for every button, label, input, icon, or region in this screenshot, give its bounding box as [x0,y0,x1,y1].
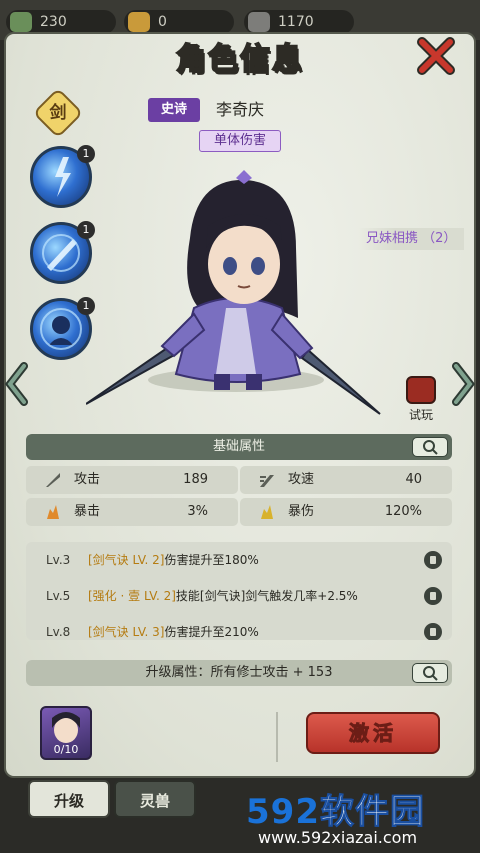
unlock-effect: 伤害提升至210% [164,625,259,639]
unlock-skill-ref: [剑气诀 LV. 2] [88,553,165,567]
skill-slot-1[interactable]: 1 [30,145,95,208]
attr-name: 暴击 [74,504,101,519]
currency-jade: 230 [6,10,116,34]
lock-icon [424,551,442,569]
tab-spirit-beast[interactable]: 灵兽 [114,780,196,818]
base-attrs-header: 基础属性 [26,434,452,460]
unlock-effect: 伤害提升至180% [164,553,259,567]
token-icon [248,12,270,32]
fragment-count: 0/10 [53,743,79,756]
role-tag: 单体伤害 [199,130,281,152]
lock-icon [424,623,442,640]
hero-fragment-avatar-icon [52,712,80,743]
jade-icon [10,12,32,32]
currency-token: 1170 [244,10,354,34]
currency-coin: 0 [124,10,234,34]
attr-value: 189 [183,472,208,487]
unlock-level: Lv.5 [46,589,71,603]
unlock-desc: [强化 · 壹 LV. 2]技能[剑气诀]剑气触发几率+2.5% [88,582,358,610]
list-item: Lv.8 [剑气诀 LV. 3]伤害提升至210% [26,618,452,640]
attr-value: 40 [405,472,422,487]
attack-icon [46,473,60,487]
activate-button[interactable]: 激活 [306,712,440,754]
skill-slot-3[interactable]: 1 [30,297,95,360]
gamepad-icon [406,376,436,404]
unlock-skill-ref: [强化 · 壹 LV. 2] [88,589,176,603]
panel-title: 角色信息 [150,34,330,86]
crit-damage-icon [261,505,273,519]
unlock-level: Lv.3 [46,553,71,567]
panel-title-text: 角色信息 [175,41,304,78]
unlock-effect: 技能[剑气诀]剑气触发几率+2.5% [175,589,358,603]
list-item: Lv.5 [强化 · 壹 LV. 2]技能[剑气诀]剑气触发几率+2.5% [26,582,452,610]
unlock-desc: [剑气诀 LV. 3]伤害提升至210% [88,618,259,640]
next-hero-arrow-icon[interactable] [452,362,476,406]
watermark-url: www.592xiazai.com [258,828,418,847]
site-watermark: 592软件园 www.592xiazai.com [238,782,478,852]
trial-button[interactable]: 试玩 [402,376,440,426]
weapon-type-label: 剑 [49,103,67,123]
attr-name: 攻击 [74,472,101,487]
attrs-detail-button[interactable] [412,437,448,457]
lock-icon [424,587,442,605]
upgrade-attr-text: 升级属性：所有修士攻击 + 153 [145,665,333,680]
trial-label: 试玩 [408,408,433,422]
tab-upgrade[interactable]: 升级 [28,780,110,818]
skill-level: 1 [77,145,95,163]
attr-name: 暴伤 [288,504,315,519]
attr-crit-damage: 暴伤 120% [240,498,452,526]
attr-value: 120% [384,504,422,519]
currency-jade-value: 230 [40,14,67,30]
divider [276,712,278,762]
upgrade-attr-bar: 升级属性：所有修士攻击 + 153 [26,660,452,686]
hero-fragment[interactable]: 0/10 [40,706,92,760]
watermark-brand: 592软件园 [246,784,425,833]
search-icon [423,666,438,681]
crit-icon [47,505,59,519]
unlock-skill-ref: [剑气诀 LV. 3] [88,625,165,639]
attr-crit: 暴击 3% [26,498,238,526]
attr-attack: 攻击 189 [26,466,238,494]
list-item: Lv.3 [剑气诀 LV. 2]伤害提升至180% [26,546,452,574]
base-attrs-title: 基础属性 [212,439,265,454]
close-icon[interactable] [416,36,456,76]
rarity-badge: 史诗 [148,98,200,122]
hero-name: 李奇庆 [216,100,265,119]
currency-coin-value: 0 [158,14,167,30]
attr-value: 3% [187,504,208,519]
skill-slot-2[interactable]: 1 [30,221,95,284]
search-icon [423,440,438,455]
upgrade-detail-button[interactable] [412,663,448,683]
level-unlock-list[interactable]: Lv.3 [剑气诀 LV. 2]伤害提升至180% Lv.5 [强化 · 壹 L… [26,542,452,640]
unlock-level: Lv.8 [46,625,71,639]
currency-token-value: 1170 [278,14,314,30]
attr-name: 攻速 [288,472,315,487]
watermark-brand-num: 592 [246,792,320,832]
coin-icon [128,12,150,32]
attr-attack-speed: 攻速 40 [240,466,452,494]
unlock-desc: [剑气诀 LV. 2]伤害提升至180% [88,546,259,574]
attack-speed-icon [260,475,274,487]
hero-portrait [86,170,381,415]
prev-hero-arrow-icon[interactable] [4,362,28,406]
watermark-brand-cn: 软件园 [319,792,425,833]
